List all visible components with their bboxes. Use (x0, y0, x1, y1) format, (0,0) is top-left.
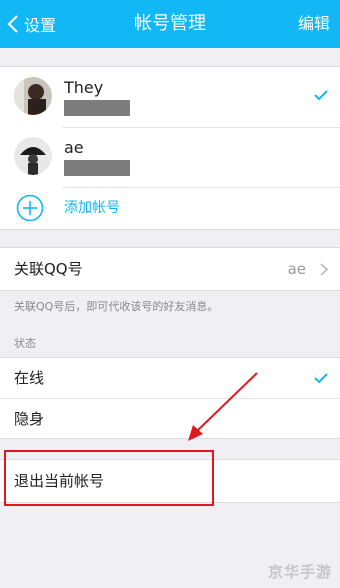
linked-qq-value: ae (287, 260, 306, 278)
navigation-bar: 设置 帐号管理 编辑 (0, 0, 340, 48)
status-option-label: 隐身 (14, 410, 45, 428)
account-id-redacted (64, 100, 130, 116)
linked-qq-label: 关联QQ号 (14, 260, 83, 278)
add-account-label: 添加帐号 (64, 200, 120, 216)
page-title: 帐号管理 (134, 13, 206, 34)
status-option-online[interactable]: 在线 (0, 358, 340, 398)
edit-button[interactable]: 编辑 (298, 0, 330, 48)
checkmark-icon (314, 90, 328, 101)
account-name: They (64, 78, 104, 97)
annotation-highlight-box (4, 450, 214, 506)
avatar (14, 77, 52, 115)
status-option-invisible[interactable]: 隐身 (0, 398, 340, 438)
accounts-list: They ae 添加帐号 (0, 66, 340, 230)
watermark: 京华手游 (267, 563, 332, 581)
account-item-ae[interactable]: ae (0, 127, 340, 188)
status-option-label: 在线 (14, 369, 45, 387)
add-account-button[interactable]: 添加帐号 (0, 187, 340, 229)
status-section-label: 状态 (14, 337, 36, 350)
account-id-redacted (64, 160, 130, 176)
linked-qq-group: 关联QQ号 ae (0, 247, 340, 291)
add-circle-icon (16, 194, 44, 222)
status-list: 在线 隐身 (0, 357, 340, 439)
avatar (14, 137, 52, 175)
linked-qq-hint: 关联QQ号后，即可代收该号的好友消息。 (14, 300, 219, 313)
account-item-they[interactable]: They (0, 67, 340, 128)
account-name: ae (64, 138, 84, 157)
chevron-right-icon (320, 263, 328, 276)
checkmark-icon (314, 373, 328, 384)
linked-qq-row[interactable]: 关联QQ号 ae (0, 248, 340, 290)
